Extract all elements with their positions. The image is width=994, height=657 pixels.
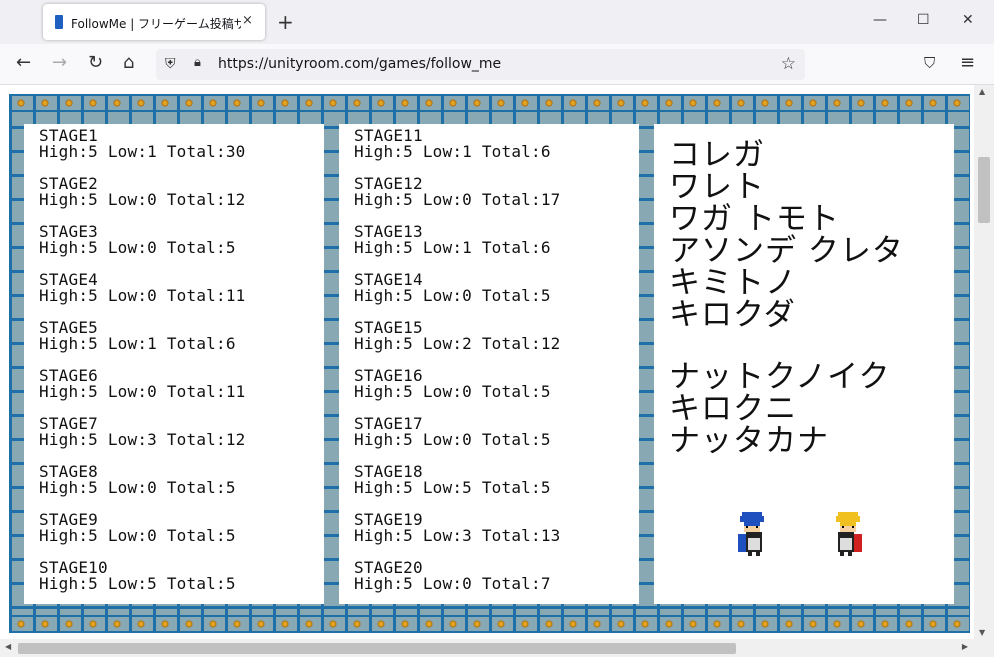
blue-haired-character [738,512,764,556]
stage-score: STAGE4 High:5 Low:0 Total:11 [39,272,324,304]
stage-stats: High:5 Low:0 Total:5 [39,238,236,257]
stage-score: STAGE20 High:5 Low:0 Total:7 [354,560,639,592]
stage-stats: High:5 Low:0 Total:5 [354,286,551,305]
bookmark-star-icon[interactable]: ☆ [781,54,796,74]
tab-title: FollowMe | フリーゲーム投稿サイト [71,17,241,31]
menu-icon[interactable]: ≡ [960,53,975,73]
stage-stats: High:5 Low:0 Total:17 [354,190,561,209]
pocket-icon[interactable]: ⛉ [924,53,935,73]
stage-stats: High:5 Low:1 Total:6 [354,238,551,257]
site-favicon-icon [55,15,63,29]
stage-stats: High:5 Low:5 Total:5 [39,574,236,593]
stage-score: STAGE16 High:5 Low:0 Total:5 [354,368,639,400]
horizontal-scrollbar[interactable]: ◀ ▶ [0,639,994,657]
shield-icon[interactable]: ⛨ [165,56,176,72]
new-tab-button[interactable]: + [277,10,294,34]
message-line: ワガ トモト [669,201,840,237]
stage-stats: High:5 Low:0 Total:5 [354,382,551,401]
stage-score: STAGE10 High:5 Low:5 Total:5 [39,560,324,592]
lock-icon[interactable]: 🔒︎ [194,55,201,70]
horizontal-scroll-thumb[interactable] [18,643,736,654]
message-line: ナッタカナ [669,423,829,459]
blonde-character [836,512,862,556]
stage-score: STAGE14 High:5 Low:0 Total:5 [354,272,639,304]
ending-message: コレガ ワレト ワガ トモト アソンデ クレタ キミトノ キロクダ ナットクノイ… [669,139,904,457]
stage-stats: High:5 Low:0 Total:5 [39,478,236,497]
message-line: ナットクノイク [669,359,891,395]
vertical-scrollbar[interactable]: ▲ ▼ [974,85,994,639]
stage-stats: High:5 Low:1 Total:6 [39,334,236,353]
stage-score: STAGE8 High:5 Low:0 Total:5 [39,464,324,496]
stage-score: STAGE12 High:5 Low:0 Total:17 [354,176,639,208]
stage-score: STAGE11 High:5 Low:1 Total:6 [354,128,639,160]
address-bar[interactable]: ⛨ 🔒︎ https://unityroom.com/games/follow_… [156,49,805,80]
minimize-icon[interactable]: — [873,12,887,28]
home-icon[interactable]: ⌂ [123,53,134,73]
tab-close-icon[interactable]: × [242,13,253,28]
url-text: https://unityroom.com/games/follow_me [218,56,502,72]
tab-bar: FollowMe | フリーゲーム投稿サイト × + — ☐ ✕ [0,0,994,44]
maximize-icon[interactable]: ☐ [917,12,930,28]
scroll-right-icon[interactable]: ▶ [962,642,968,651]
forward-arrow-icon[interactable]: → [52,53,67,73]
reload-icon[interactable]: ↻ [88,53,103,73]
message-line: キロクダ [669,297,796,333]
vertical-scroll-thumb[interactable] [978,157,990,223]
stage-stats: High:5 Low:0 Total:5 [39,526,236,545]
stage-scores-panel-middle: STAGE11 High:5 Low:1 Total:6 STAGE12 High:5… [339,124,639,604]
message-line: アソンデ クレタ [669,233,904,269]
stage-stats: High:5 Low:0 Total:11 [39,286,246,305]
scroll-left-icon[interactable]: ◀ [5,642,11,651]
stage-stats: High:5 Low:0 Total:12 [39,190,246,209]
stage-stats: High:5 Low:1 Total:30 [39,142,246,161]
stage-score: STAGE2 High:5 Low:0 Total:12 [39,176,324,208]
stage-stats: High:5 Low:2 Total:12 [354,334,561,353]
message-line: キロクニ [669,391,797,427]
scroll-up-icon[interactable]: ▲ [979,87,985,96]
stage-score: STAGE17 High:5 Low:0 Total:5 [354,416,639,448]
stage-score: STAGE6 High:5 Low:0 Total:11 [39,368,324,400]
stage-score: STAGE18 High:5 Low:5 Total:5 [354,464,639,496]
back-arrow-icon[interactable]: ← [16,53,31,73]
stage-stats: High:5 Low:5 Total:5 [354,478,551,497]
stage-stats: High:5 Low:0 Total:11 [39,382,246,401]
stage-scores-panel-left: STAGE1 High:5 Low:1 Total:30 STAGE2 High:5 … [24,124,324,604]
stage-score: STAGE5 High:5 Low:1 Total:6 [39,320,324,352]
browser-tab[interactable]: FollowMe | フリーゲーム投稿サイト × [43,4,265,40]
stage-score: STAGE9 High:5 Low:0 Total:5 [39,512,324,544]
game-canvas[interactable]: STAGE1 High:5 Low:1 Total:30 STAGE2 High:5 … [9,94,970,633]
navigation-bar: ← → ↻ ⌂ ⛨ 🔒︎ https://unityroom.com/games… [0,44,994,85]
message-line: キミトノ [669,265,797,301]
message-line: コレガ [669,137,765,173]
stage-score: STAGE15 High:5 Low:2 Total:12 [354,320,639,352]
stage-score: STAGE7 High:5 Low:3 Total:12 [39,416,324,448]
stage-score: STAGE3 High:5 Low:0 Total:5 [39,224,324,256]
message-panel: コレガ ワレト ワガ トモト アソンデ クレタ キミトノ キロクダ ナットクノイ… [654,124,954,604]
stage-score: STAGE1 High:5 Low:1 Total:30 [39,128,324,160]
stage-stats: High:5 Low:3 Total:12 [39,430,246,449]
stage-score: STAGE13 High:5 Low:1 Total:6 [354,224,639,256]
message-line: ワレト [669,169,765,205]
window-close-icon[interactable]: ✕ [962,12,974,28]
stage-score: STAGE19 High:5 Low:3 Total:13 [354,512,639,544]
scroll-down-icon[interactable]: ▼ [979,628,985,637]
stage-stats: High:5 Low:0 Total:5 [354,430,551,449]
stage-stats: High:5 Low:1 Total:6 [354,142,551,161]
stage-stats: High:5 Low:3 Total:13 [354,526,561,545]
stage-stats: High:5 Low:0 Total:7 [354,574,551,593]
